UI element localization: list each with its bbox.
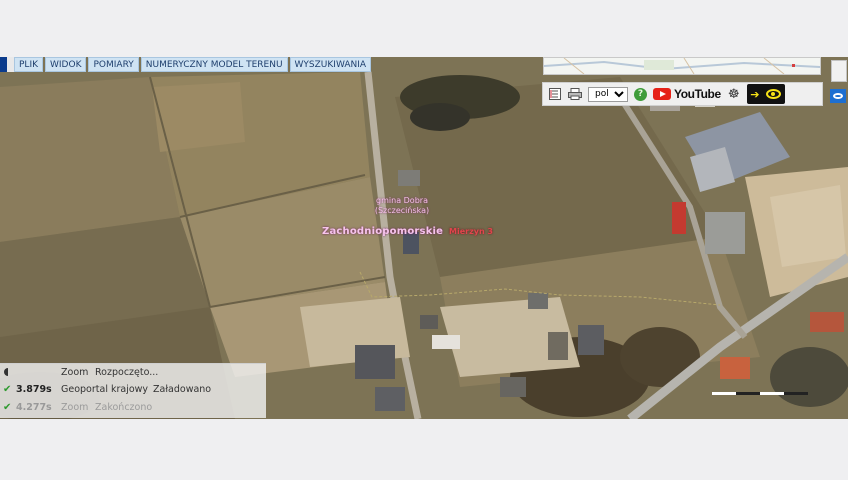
status-time: 3.879s xyxy=(16,384,52,395)
left-gap xyxy=(7,57,14,72)
print-icon[interactable] xyxy=(568,87,582,101)
menu-pomiary[interactable]: POMIARY xyxy=(88,57,139,72)
status-name: Zoom xyxy=(61,402,89,413)
loading-spinner-icon xyxy=(4,368,8,376)
youtube-label: YouTube xyxy=(674,87,721,101)
status-row: ✔ 4.277s Zoom Zakończono xyxy=(0,399,266,416)
menu-plik[interactable]: PLIK xyxy=(14,57,43,72)
menu-wyszukiwania[interactable]: WYSZUKIWANIA xyxy=(289,57,372,72)
status-row: Zoom Rozpoczęto... xyxy=(0,364,266,381)
status-name: Geoportal krajowy xyxy=(61,384,149,395)
left-panel-strip[interactable] xyxy=(0,57,7,72)
legend-icon[interactable] xyxy=(548,87,562,101)
eye-icon xyxy=(833,93,843,99)
arrow-icon: ➔ xyxy=(750,87,760,101)
scale-bar xyxy=(712,392,808,395)
status-row: ✔ 3.879s Geoportal krajowy Załadowano xyxy=(0,381,266,398)
status-name: Zoom xyxy=(61,367,89,378)
menu-nmt[interactable]: NUMERYCZNY MODEL TERENU xyxy=(140,57,288,72)
wheel-icon[interactable]: ☸ xyxy=(727,87,741,102)
label-gmina: gmina Dobra (Szczecińska) xyxy=(374,196,430,215)
top-toolbar: pol ? YouTube ☸ ➔ xyxy=(542,82,823,106)
label-miejscowosc: Mierzyn 3 xyxy=(449,227,493,236)
overview-map-image xyxy=(544,58,820,74)
check-icon: ✔ xyxy=(3,402,12,413)
language-select[interactable]: pol xyxy=(588,86,628,102)
status-time: 4.277s xyxy=(16,402,52,413)
status-state: Rozpoczęto... xyxy=(95,367,159,378)
eye-icon xyxy=(766,89,782,99)
label-wojewodztwo: Zachodniopomorskie xyxy=(322,226,444,237)
youtube-link[interactable]: YouTube xyxy=(653,87,721,101)
help-icon[interactable]: ? xyxy=(634,87,647,101)
check-icon: ✔ xyxy=(3,384,12,395)
status-state: Zakończono xyxy=(95,402,153,413)
main-menu: PLIK WIDOK POMIARY NUMERYCZNY MODEL TERE… xyxy=(14,57,372,72)
menu-widok[interactable]: WIDOK xyxy=(45,57,87,72)
youtube-icon xyxy=(653,88,671,100)
visibility-eye-button[interactable] xyxy=(830,89,846,103)
status-log: Zoom Rozpoczęto... ✔ 3.879s Geoportal kr… xyxy=(0,363,266,418)
side-panel-toggle[interactable] xyxy=(831,60,847,82)
status-state: Załadowano xyxy=(153,384,212,395)
accessibility-button[interactable]: ➔ xyxy=(746,84,785,104)
overview-map[interactable] xyxy=(543,57,821,75)
